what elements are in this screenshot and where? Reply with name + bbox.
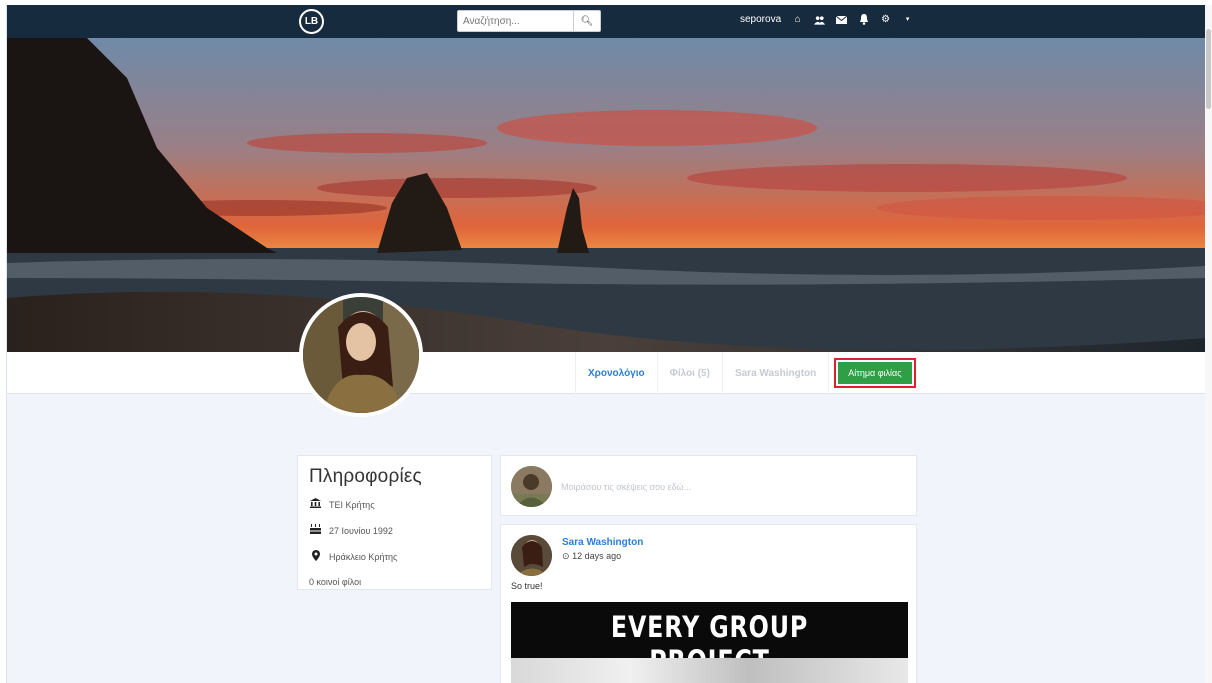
navbar-right: seporova ⌂ ⚙ ▾	[740, 14, 913, 25]
gear-icon[interactable]: ⚙	[880, 14, 891, 25]
profile-avatar[interactable]	[299, 293, 423, 417]
bell-icon[interactable]	[858, 14, 869, 25]
cover-photo	[7, 38, 1205, 352]
post-image[interactable]: EVERY GROUP PROJECT	[511, 602, 908, 683]
browser-viewport: LB 🔍︎ seporova ⌂ ⚙ ▾	[6, 5, 1205, 683]
tab-friends[interactable]: Φίλοι (5)	[658, 352, 723, 394]
composer-placeholder[interactable]: Μοιράσου τις σκέψεις σου εδώ...	[561, 482, 691, 492]
tab-timeline[interactable]: Χρονολόγιο	[575, 352, 658, 394]
info-card: Πληροφορίες ΤΕΙ Κρήτης 27 Ιουνίου 1992 Η…	[297, 455, 492, 590]
post-author-name[interactable]: Sara Washington	[562, 537, 643, 548]
post-author-avatar[interactable]	[511, 535, 552, 576]
info-title: Πληροφορίες	[309, 466, 422, 487]
post-time-text: 12 days ago	[572, 551, 622, 561]
info-school: ΤΕΙ Κρήτης	[309, 498, 480, 511]
site-logo[interactable]: LB	[299, 9, 324, 34]
clock-icon: ⊙	[562, 551, 570, 561]
info-birthday-text: 27 Ιουνίου 1992	[329, 525, 393, 536]
search-button[interactable]: 🔍︎	[574, 10, 601, 32]
search-form: 🔍︎	[457, 10, 601, 32]
map-marker-icon	[309, 550, 322, 564]
post-composer[interactable]: Μοιράσου τις σκέψεις σου εδώ...	[500, 455, 917, 516]
info-location: Ηράκλειο Κρήτης	[309, 550, 480, 564]
envelope-icon[interactable]	[836, 14, 848, 25]
search-input[interactable]	[457, 10, 574, 32]
caret-down-icon[interactable]: ▾	[902, 14, 913, 25]
profile-tabs: Χρονολόγιο Φίλοι (5) Sara Washington Αίτ…	[575, 352, 916, 394]
friend-request-button[interactable]: Αίτημα φιλίας	[838, 362, 912, 384]
info-school-text: ΤΕΙ Κρήτης	[329, 499, 375, 510]
post-image-photo	[511, 658, 908, 683]
timeline-post: Sara Washington ⊙ 12 days ago So true! E…	[500, 524, 917, 683]
username-link[interactable]: seporova	[740, 14, 781, 25]
composer-avatar	[511, 466, 552, 507]
mutual-friends[interactable]: 0 κοινοί φίλοι	[309, 577, 480, 587]
page-scrollbar[interactable]	[1205, 5, 1212, 683]
university-icon	[309, 498, 322, 511]
info-birthday: 27 Ιουνίου 1992	[309, 524, 480, 537]
tab-profile-name[interactable]: Sara Washington	[723, 352, 830, 394]
users-icon[interactable]	[814, 14, 826, 25]
friend-request-highlight: Αίτημα φιλίας	[834, 358, 916, 388]
search-icon: 🔍︎	[580, 15, 594, 27]
post-text: So true!	[511, 581, 543, 591]
profile-nav-bar: Χρονολόγιο Φίλοι (5) Sara Washington Αίτ…	[7, 352, 1205, 394]
top-navbar: LB 🔍︎ seporova ⌂ ⚙ ▾	[7, 5, 1205, 38]
info-location-text: Ηράκλειο Κρήτης	[329, 552, 398, 562]
home-icon[interactable]: ⌂	[792, 14, 803, 25]
scrollbar-thumb[interactable]	[1206, 29, 1211, 109]
birthday-cake-icon	[309, 524, 322, 537]
post-timestamp: ⊙ 12 days ago	[562, 551, 621, 562]
